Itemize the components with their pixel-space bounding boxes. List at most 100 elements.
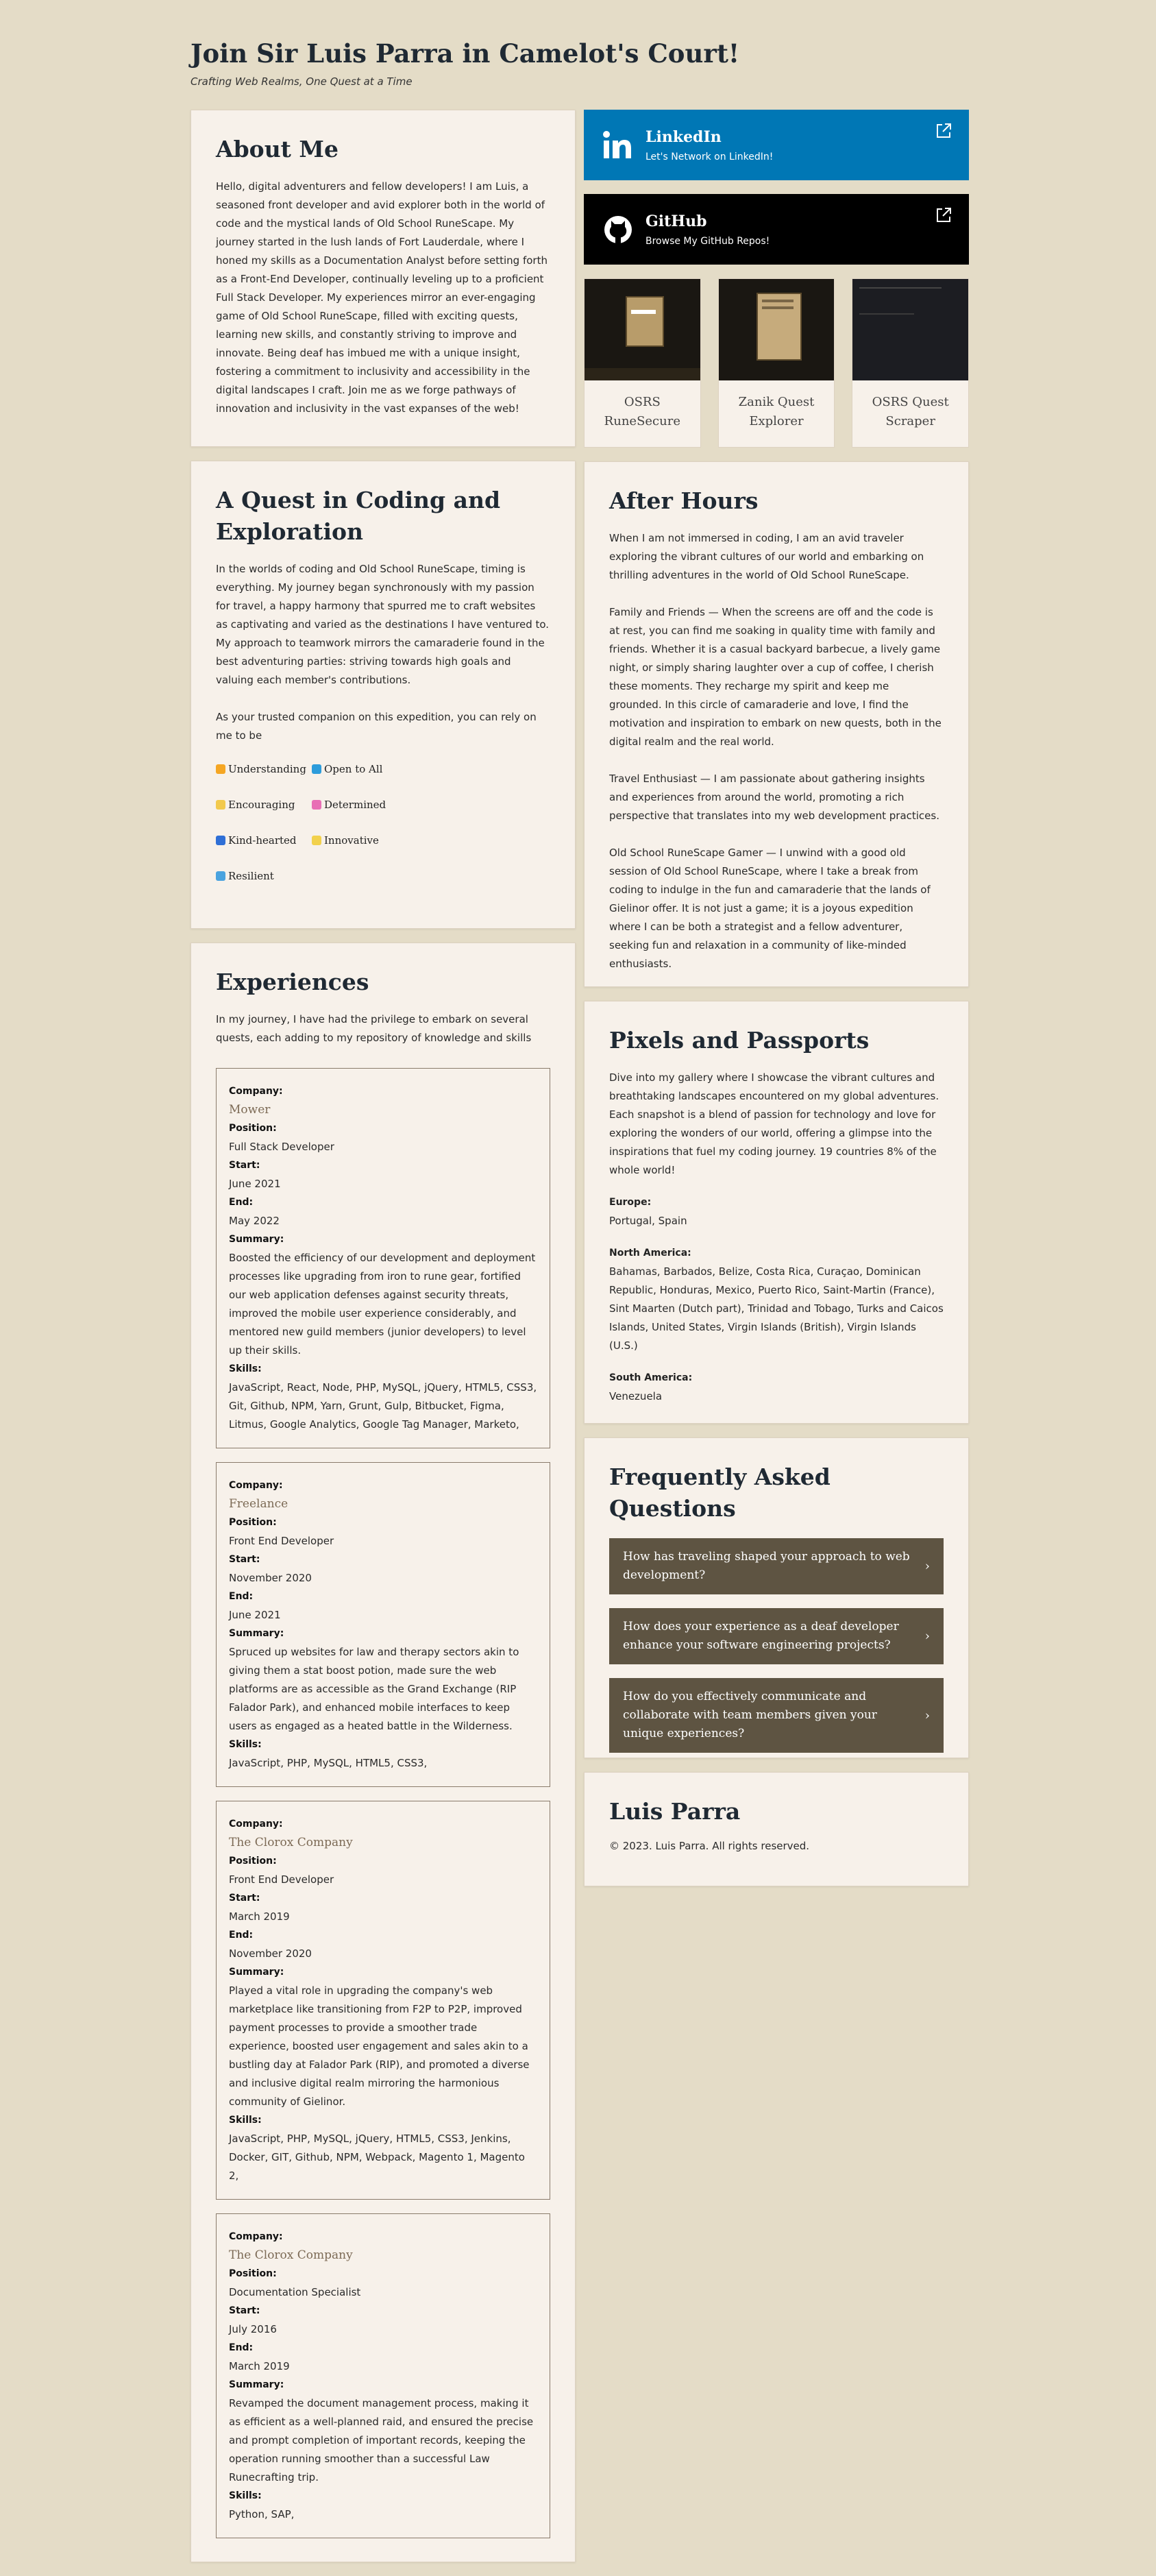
position-label: Position: [229, 1856, 277, 1867]
company-label: Company: [229, 1480, 283, 1492]
site-tagline: Crafting Web Realms, One Quest at a Time [190, 75, 413, 88]
trait-icon [312, 764, 321, 775]
footer-card: Luis Parra © 2023. Luis Parra. All right… [584, 1772, 969, 1886]
project-screenshot [718, 279, 835, 380]
trait-item: Kind-hearted [216, 831, 312, 867]
project-card[interactable]: OSRS Quest Scraper [852, 278, 970, 448]
position-value: Front End Developer [229, 1535, 334, 1548]
experiences-card: Experiences In my journey, I have had th… [190, 943, 576, 2563]
footer-name: Luis Parra [609, 1798, 741, 1825]
faq-question[interactable]: How does your experience as a deaf devel… [609, 1608, 944, 1665]
skills-value: JavaScript, PHP, MySQL, jQuery, HTML5, C… [229, 2133, 525, 2183]
faq-question-text: How does your experience as a deaf devel… [623, 1620, 899, 1653]
trait-icon [312, 836, 321, 846]
skills-label: Skills: [229, 1739, 262, 1751]
site-header: Join Sir Luis Parra in Camelot's Court! … [190, 38, 739, 88]
github-link[interactable]: GitHub Browse My GitHub Repos! [584, 194, 969, 265]
skills-value: JavaScript, PHP, MySQL, HTML5, CSS3, [229, 1757, 428, 1770]
project-card[interactable]: OSRS RuneSecure [584, 278, 701, 448]
summary-value: Spruced up websites for law and therapy … [229, 1646, 519, 1733]
quest-paragraph-1: In the worlds of coding and Old School R… [216, 563, 550, 687]
region-countries: Bahamas, Barbados, Belize, Costa Rica, C… [609, 1265, 944, 1352]
project-title: OSRS Quest Scraper [872, 395, 949, 428]
trait-item: Open to All [312, 760, 408, 796]
quest-title: A Quest in Coding and Exploration [216, 487, 501, 546]
about-title: About Me [216, 136, 339, 162]
trait-label: Understanding [228, 763, 306, 776]
chevron-right-icon: › [924, 1708, 930, 1723]
left-column: About Me Hello, digital adventurers and … [190, 110, 576, 2576]
project-card[interactable]: Zanik Quest Explorer [717, 278, 835, 448]
trait-label: Kind-hearted [228, 834, 297, 847]
region-label: South America: [609, 1372, 693, 1384]
company-name: The Clorox Company [229, 1836, 353, 1850]
faq-question[interactable]: How do you effectively communicate and c… [609, 1678, 944, 1753]
experience-entry: Company: The Clorox Company Position: Do… [216, 2213, 550, 2539]
trait-item: Resilient [216, 867, 312, 903]
end-value: May 2022 [229, 1215, 280, 1228]
company-label: Company: [229, 1819, 283, 1830]
trait-icon [312, 800, 321, 810]
region-label: Europe: [609, 1197, 652, 1208]
trait-item: Encouraging [216, 796, 312, 831]
end-value: March 2019 [229, 2360, 290, 2373]
trait-icon [216, 836, 225, 846]
summary-value: Played a vital role in upgrading the com… [229, 1984, 530, 2109]
start-label: Start: [229, 2305, 260, 2317]
chevron-right-icon: › [924, 1629, 930, 1644]
position-value: Front End Developer [229, 1873, 334, 1886]
region-countries: Portugal, Spain [609, 1215, 687, 1228]
trait-spacer [408, 760, 545, 796]
trait-label: Encouraging [228, 799, 295, 812]
linkedin-link[interactable]: LinkedIn Let's Network on LinkedIn! [584, 110, 969, 180]
trait-icon [216, 800, 225, 810]
after-hours-title: After Hours [609, 487, 759, 514]
end-label: End: [229, 1197, 254, 1208]
external-link-icon [937, 123, 951, 138]
github-subtitle: Browse My GitHub Repos! [645, 235, 770, 247]
faq-card: Frequently Asked Questions How has trave… [584, 1437, 969, 1758]
region-label: North America: [609, 1248, 691, 1259]
trait-icon [216, 871, 225, 882]
faq-question-text: How do you effectively communicate and c… [623, 1690, 877, 1741]
project-title: OSRS RuneSecure [604, 395, 680, 428]
skills-value: Python, SAP, [229, 2508, 295, 2521]
about-text: Hello, digital adventurers and fellow de… [216, 180, 548, 415]
footer-copyright: © 2023. Luis Parra. All rights reserved. [609, 1840, 810, 1853]
faq-title: Frequently Asked Questions [609, 1463, 831, 1522]
skills-label: Skills: [229, 1363, 262, 1375]
pixels-intro: Dive into my gallery where I showcase th… [609, 1071, 939, 1177]
position-label: Position: [229, 1123, 277, 1134]
right-column: LinkedIn Let's Network on LinkedIn! GitH… [584, 110, 970, 1900]
github-name: GitHub [645, 212, 707, 230]
company-name: Mower [229, 1103, 271, 1117]
position-value: Documentation Specialist [229, 2286, 361, 2299]
experiences-intro: In my journey, I have had the privilege … [216, 1013, 532, 1045]
after-hours-paragraph: Old School RuneScape Gamer — I unwind wi… [609, 847, 931, 971]
trait-label: Innovative [324, 834, 379, 847]
project-screenshot [585, 279, 700, 380]
company-name: Freelance [229, 1497, 288, 1511]
skills-label: Skills: [229, 2490, 262, 2502]
company-label: Company: [229, 1086, 283, 1097]
company-name: The Clorox Company [229, 2248, 353, 2263]
trait-icon [216, 764, 225, 775]
about-card: About Me Hello, digital adventurers and … [190, 110, 576, 447]
start-value: November 2020 [229, 1572, 312, 1585]
experience-entry: Company: Mower Position: Full Stack Deve… [216, 1068, 550, 1449]
start-value: July 2016 [229, 2323, 277, 2336]
experiences-title: Experiences [216, 969, 369, 995]
start-value: June 2021 [229, 1178, 281, 1191]
project-title: Zanik Quest Explorer [738, 395, 815, 428]
faq-question[interactable]: How has traveling shaped your approach t… [609, 1538, 944, 1595]
company-label: Company: [229, 2231, 283, 2243]
end-label: End: [229, 1591, 254, 1603]
pixels-title: Pixels and Passports [609, 1027, 870, 1054]
after-hours-paragraph: When I am not immersed in coding, I am a… [609, 532, 924, 582]
experience-entry: Company: The Clorox Company Position: Fr… [216, 1801, 550, 2200]
skills-label: Skills: [229, 2115, 262, 2126]
end-label: End: [229, 1930, 254, 1941]
linkedin-subtitle: Let's Network on LinkedIn! [645, 151, 774, 162]
trait-spacer [408, 831, 545, 867]
trait-list: Understanding Open to All Encouraging De… [216, 760, 550, 903]
